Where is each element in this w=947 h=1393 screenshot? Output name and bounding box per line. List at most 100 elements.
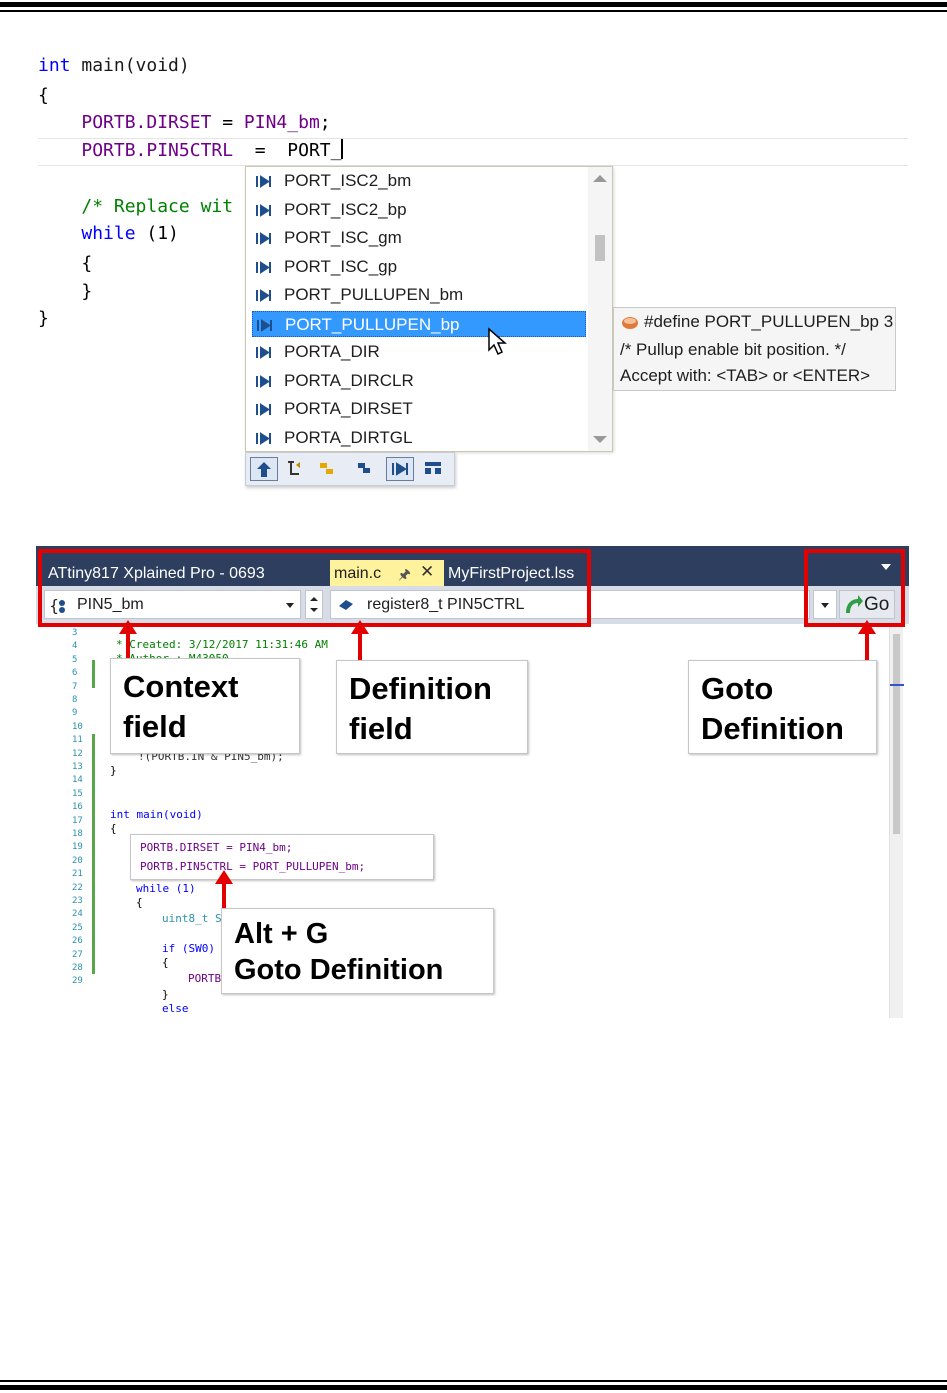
- quick-info-tooltip: #define PORT_PULLUPEN_bp 3 /* Pullup ena…: [613, 307, 896, 391]
- line-number: 4: [72, 641, 78, 652]
- autocomplete-label: PORTA_DIRTGL: [284, 427, 413, 447]
- autocomplete-item[interactable]: PORT_ISC_gm: [252, 225, 586, 251]
- callout-alt-g: Alt + G Goto Definition: [221, 908, 494, 994]
- scroll-thumb[interactable]: [893, 634, 900, 834]
- editor-scrollbar[interactable]: [889, 624, 904, 1018]
- popup-scrollbar[interactable]: [588, 167, 612, 451]
- autocomplete-item[interactable]: PORT_ISC2_bp: [252, 197, 586, 223]
- line-number: 20: [72, 855, 83, 866]
- top-rule-thin: [0, 10, 947, 12]
- code-line: uint8_t S: [162, 912, 222, 925]
- line-number: 28: [72, 963, 83, 973]
- line-number: 18: [72, 829, 83, 839]
- bottom-rule-thick: [0, 1385, 947, 1390]
- line-number: 6: [72, 668, 78, 679]
- line-number: 12: [72, 748, 83, 759]
- code-line-3: PORTB.DIRSET = PIN4_bm;: [81, 112, 331, 133]
- code-line-1: int main(void): [38, 55, 190, 76]
- macro-icon: [257, 318, 272, 332]
- autocomplete-item[interactable]: PORT_ISC_gp: [252, 254, 586, 280]
- line-number: 29: [72, 976, 83, 987]
- code-line-4: PORTB.PIN5CTRL = PORT_: [81, 139, 344, 161]
- class-icon[interactable]: [314, 457, 342, 481]
- tooltip-definition: #define PORT_PULLUPEN_bp 3: [644, 312, 894, 331]
- autocomplete-item[interactable]: PORT_PULLUPEN_bm: [252, 282, 586, 308]
- line-number: 23: [72, 896, 83, 906]
- line-number: 9: [72, 708, 78, 719]
- line-number: 7: [72, 681, 78, 692]
- code-line: else: [162, 1002, 189, 1015]
- namespace-icon[interactable]: [282, 457, 310, 481]
- caret-marker: [890, 684, 904, 686]
- code-line: }: [162, 988, 169, 1001]
- code-line: {: [136, 896, 143, 909]
- autocomplete-label: PORTA_DIR: [284, 342, 380, 361]
- tooltip-comment: /* Pullup enable bit position. */: [620, 340, 846, 359]
- top-rule-thick: [0, 2, 947, 7]
- line-number: 10: [72, 721, 83, 732]
- arrow-up-icon: [858, 620, 876, 660]
- code-line-7: while (1): [81, 223, 179, 244]
- scroll-down-icon[interactable]: [593, 436, 607, 443]
- line-number: 24: [72, 909, 83, 920]
- change-marker: [92, 734, 95, 974]
- line-number: 14: [72, 775, 83, 786]
- line-number: 3: [72, 628, 78, 638]
- code-line: {: [110, 822, 117, 835]
- up-arrow-icon[interactable]: [250, 457, 278, 481]
- scroll-thumb[interactable]: [595, 235, 605, 261]
- autocomplete-label: PORT_ISC2_bp: [284, 199, 407, 219]
- struct-icon[interactable]: [350, 457, 378, 481]
- code-line-dirset: PORTB.DIRSET = PIN4_bm;: [140, 841, 293, 854]
- intellisense-popup[interactable]: PORT_ISC2_bm PORT_ISC2_bp PORT_ISC_gm PORT_…: [245, 166, 613, 452]
- highlight-context-definition: [38, 549, 591, 627]
- code-line-8: {: [38, 253, 93, 274]
- macro-icon: [256, 346, 271, 359]
- code-line: PORTB: [188, 972, 222, 985]
- highlight-go-button: [804, 549, 905, 627]
- arrow-up-icon: [215, 870, 233, 908]
- autocomplete-label: PORT_ISC2_bm: [284, 171, 412, 190]
- mouse-pointer-icon: [488, 327, 507, 356]
- code-line: while (1): [136, 882, 196, 895]
- line-number: 15: [72, 788, 83, 799]
- bottom-rule-thin: [0, 1380, 947, 1382]
- macro-icon: [256, 403, 271, 416]
- autocomplete-item[interactable]: PORTA_DIRSET: [252, 396, 586, 422]
- line-number: 11: [72, 735, 83, 746]
- autocomplete-item[interactable]: PORT_ISC2_bm: [252, 168, 586, 194]
- code-line: int main(void): [110, 808, 203, 821]
- line-number: 17: [72, 815, 83, 826]
- line-number: 8: [72, 695, 78, 705]
- code-line: }: [110, 764, 117, 777]
- macro-icon: [256, 431, 271, 445]
- autocomplete-item[interactable]: PORTA_DIRTGL: [252, 425, 586, 451]
- macro-icon: [256, 203, 271, 217]
- code-line-10: }: [38, 308, 49, 329]
- member-icon[interactable]: [420, 457, 448, 481]
- arrow-up-icon: [351, 620, 369, 660]
- line-number: 27: [72, 949, 83, 960]
- macro-icon: [256, 175, 271, 188]
- callout-goto-definition: Goto Definition: [688, 660, 877, 754]
- line-number: 26: [72, 936, 83, 947]
- macro-definition-icon: [622, 317, 638, 329]
- code-line-2: {: [38, 85, 49, 106]
- code-line-6: /* Replace wit: [81, 196, 234, 217]
- line-number: 16: [72, 802, 83, 813]
- line-number: 22: [72, 882, 83, 893]
- callout-context-field: Context field: [110, 658, 300, 754]
- autocomplete-item[interactable]: PORTA_DIRCLR: [252, 368, 586, 394]
- autocomplete-label: PORT_ISC_gp: [284, 256, 398, 276]
- code-line: {: [162, 956, 169, 969]
- macro-icon: [256, 232, 271, 245]
- scroll-up-icon[interactable]: [593, 175, 607, 182]
- macro-icon: [256, 289, 271, 302]
- macro-icon[interactable]: [386, 457, 414, 481]
- autocomplete-item[interactable]: PORTA_DIR: [252, 339, 586, 365]
- autocomplete-label: PORT_PULLUPEN_bp: [285, 314, 460, 334]
- autocomplete-item[interactable]: PORT_PULLUPEN_bp: [252, 310, 586, 337]
- ide-screenshot: ATtiny817 Xplained Pro - 0693 main.c 🖈 ✕…: [36, 546, 909, 1018]
- line-number: 25: [72, 922, 83, 933]
- tooltip-accept-hint: Accept with: <TAB> or <ENTER>: [620, 366, 871, 385]
